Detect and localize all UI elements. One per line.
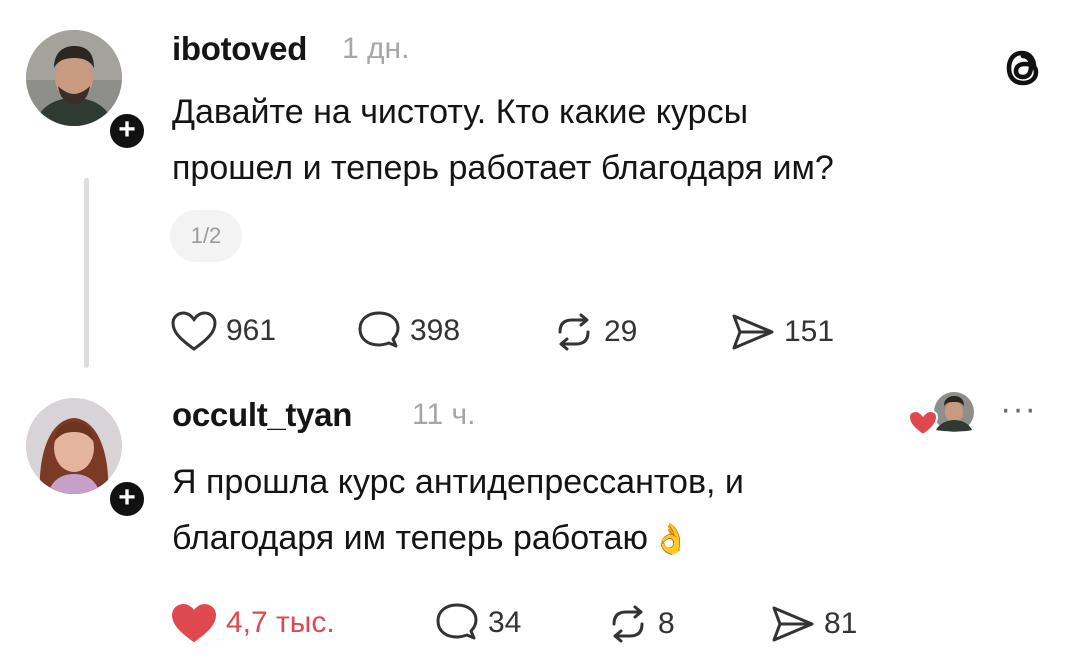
thread-connector-line <box>84 178 89 368</box>
username[interactable]: ibotoved <box>172 30 307 68</box>
comment-button[interactable]: 34 <box>434 602 521 644</box>
comment-icon <box>436 603 478 640</box>
repost-icon <box>612 605 644 643</box>
share-count: 151 <box>784 315 835 348</box>
like-button[interactable]: 961 <box>170 310 276 352</box>
follow-button[interactable]: + <box>106 110 148 152</box>
post-time: 11 ч. <box>412 398 476 431</box>
ok-hand-emoji: 👌 <box>652 523 690 556</box>
username[interactable]: occult_tyan <box>172 396 352 434</box>
post-text-segment: благодаря им теперь работаю <box>172 519 648 557</box>
follow-button[interactable]: + <box>106 478 148 520</box>
like-count: 961 <box>226 314 277 347</box>
share-button[interactable]: 151 <box>730 312 834 352</box>
post-text: Я прошла курс антидепрессантов, и благод… <box>172 454 744 568</box>
heart-filled-icon <box>171 603 217 643</box>
share-icon <box>732 314 774 350</box>
post-text-line: Давайте на чистоту. Кто какие курсы <box>172 93 749 131</box>
repost-icon <box>558 313 590 351</box>
threads-logo-icon[interactable] <box>1000 44 1046 97</box>
share-button[interactable]: 81 <box>770 604 857 644</box>
avatar-image <box>26 30 122 126</box>
threads-logo-icon-shape <box>1006 50 1039 86</box>
comment-button[interactable]: 398 <box>356 310 460 352</box>
share-count: 81 <box>824 607 858 640</box>
threads-feed: + ibotoved 1 дн. Давайте на чистоту. Кто… <box>0 0 1077 666</box>
repost-count: 29 <box>604 315 638 348</box>
more-icon[interactable]: ··· <box>1000 392 1037 426</box>
repost-button[interactable]: 29 <box>552 312 637 352</box>
repost-button[interactable]: 8 <box>606 604 675 644</box>
comment-count: 34 <box>488 606 522 639</box>
post-text: Давайте на чистоту. Кто какие курсы прош… <box>172 84 834 196</box>
like-button[interactable]: 4,7 тыс. <box>170 602 335 644</box>
post-text-line: благодаря им теперь работаю 👌 <box>172 510 744 568</box>
avatar[interactable] <box>26 30 122 126</box>
post-text-line: прошел и теперь работает благодаря им? <box>172 149 834 187</box>
avatar[interactable] <box>26 398 122 494</box>
post-time: 1 дн. <box>342 32 410 65</box>
comment-count: 398 <box>410 314 461 347</box>
carousel-page-indicator[interactable]: 1/2 <box>170 210 242 262</box>
like-count: 4,7 тыс. <box>226 606 335 639</box>
comment-icon <box>358 311 400 348</box>
avatar-image <box>26 398 122 494</box>
repost-count: 8 <box>658 607 675 640</box>
share-icon <box>772 606 814 642</box>
liked-by-avatar-icon <box>907 392 974 437</box>
liked-by-author-indicator[interactable] <box>906 390 976 440</box>
post-text-line: Я прошла курс антидепрессантов, и <box>172 463 744 501</box>
heart-icon <box>171 311 217 351</box>
